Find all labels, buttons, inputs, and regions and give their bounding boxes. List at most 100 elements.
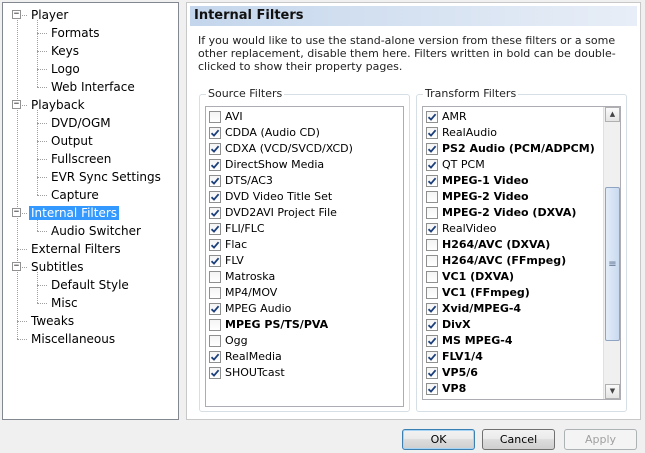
filter-label: Ogg [225,334,248,347]
tree-item-label: Audio Switcher [51,224,141,238]
cancel-button[interactable]: Cancel [482,429,555,450]
tree-connector [17,321,27,322]
filter-label: FLI/FLC [225,222,265,235]
checkbox-checked[interactable] [209,175,221,187]
tree-item-label: DVD/OGM [51,116,111,130]
tree-item-keys[interactable]: Keys [49,42,81,60]
checkbox-checked[interactable] [426,111,438,123]
checkbox-unchecked[interactable] [426,287,438,299]
tree-item-formats[interactable]: Formats [49,24,102,42]
tree-connector [37,33,47,34]
tree-item-label: Web Interface [51,80,135,94]
ok-button[interactable]: OK [402,429,475,450]
checkbox-unchecked[interactable] [426,239,438,251]
filter-label: MPEG-1 Video [442,174,529,187]
transform-list-scrollbar[interactable]: ▲ ≡ ▼ [603,107,620,399]
checkbox-checked[interactable] [426,367,438,379]
checkbox-checked[interactable] [426,159,438,171]
check-icon [210,161,220,169]
filter-label: MPEG Audio [225,302,292,315]
tree-item-capture[interactable]: Capture [49,186,101,204]
checkbox-checked[interactable] [426,143,438,155]
source-filters-list[interactable]: AVI CDDA (Audio CD) CDXA (VCD/SVCD/XCD) Dir… [205,106,404,407]
checkbox-checked[interactable] [426,351,438,363]
filter-label: MPEG-2 Video [442,190,529,203]
checkbox-unchecked[interactable] [209,319,221,331]
scroll-down-arrow-icon[interactable]: ▼ [605,384,620,399]
checkbox-checked[interactable] [426,319,438,331]
filter-label: AMR [442,110,467,123]
checkbox-checked[interactable] [209,223,221,235]
collapse-icon[interactable]: − [12,262,21,271]
internal-filters-page: Internal Filters If you would like to us… [186,2,641,420]
tree-connector [37,303,47,304]
tree-item-web-interface[interactable]: Web Interface [49,78,137,96]
filter-label: H264/AVC (FFmpeg) [442,254,567,267]
check-icon [427,369,437,377]
check-icon [427,177,437,185]
apply-button[interactable]: Apply [564,429,637,450]
options-tree[interactable]: Player − Formats Keys Logo Web Interface Playb… [2,2,179,420]
tree-branch-line [37,20,38,87]
tree-item-playback[interactable]: Playback [29,96,87,114]
checkbox-checked[interactable] [426,303,438,315]
filter-label: VP5/6 [442,366,478,379]
transform-filters-list[interactable]: AMR RealAudio PS2 Audio (PCM/ADPCM) QT PCM M… [422,106,621,400]
checkbox-checked[interactable] [209,239,221,251]
scrollbar-thumb[interactable]: ≡ [605,187,620,341]
checkbox-unchecked[interactable] [209,287,221,299]
tree-item-misc[interactable]: Misc [49,294,80,312]
collapse-icon[interactable]: − [12,10,21,19]
check-icon [427,337,437,345]
checkbox-unchecked[interactable] [426,271,438,283]
tree-connector [37,123,47,124]
checkbox-unchecked[interactable] [426,191,438,203]
check-icon [427,225,437,233]
tree-item-output[interactable]: Output [49,132,95,150]
checkbox-checked[interactable] [209,159,221,171]
tree-item-evr-sync-settings[interactable]: EVR Sync Settings [49,168,163,186]
checkbox-checked[interactable] [209,255,221,267]
tree-connector [37,141,47,142]
checkbox-checked[interactable] [426,383,438,395]
check-icon [427,113,437,121]
tree-item-external-filters[interactable]: External Filters [29,240,123,258]
checkbox-unchecked[interactable] [209,111,221,123]
check-icon [210,257,220,265]
checkbox-checked[interactable] [209,191,221,203]
checkbox-unchecked[interactable] [426,207,438,219]
tree-item-label: Subtitles [31,260,84,274]
scroll-up-arrow-icon[interactable]: ▲ [605,107,620,122]
tree-item-tweaks[interactable]: Tweaks [29,312,76,330]
page-description: If you would like to use the stand-alone… [198,34,616,73]
tree-item-fullscreen[interactable]: Fullscreen [49,150,113,168]
filter-label: SHOUTcast [225,366,285,379]
tree-item-miscellaneous[interactable]: Miscellaneous [29,330,117,348]
tree-item-player[interactable]: Player [29,6,70,24]
checkbox-checked[interactable] [209,143,221,155]
tree-item-audio-switcher[interactable]: Audio Switcher [49,222,143,240]
tree-item-subtitles[interactable]: Subtitles [29,258,86,276]
tree-item-dvd-ogm[interactable]: DVD/OGM [49,114,113,132]
checkbox-checked[interactable] [209,207,221,219]
checkbox-checked[interactable] [426,335,438,347]
check-icon [427,305,437,313]
checkbox-checked[interactable] [209,367,221,379]
checkbox-checked[interactable] [426,223,438,235]
tree-item-logo[interactable]: Logo [49,60,82,78]
collapse-icon[interactable]: − [12,100,21,109]
tree-item-label: Miscellaneous [31,332,116,346]
collapse-icon[interactable]: − [12,208,21,217]
checkbox-checked[interactable] [209,303,221,315]
tree-item-internal-filters[interactable]: Internal Filters [29,204,120,222]
checkbox-checked[interactable] [209,127,221,139]
tree-item-default-style[interactable]: Default Style [49,276,131,294]
checkbox-unchecked[interactable] [209,271,221,283]
checkbox-checked[interactable] [426,127,438,139]
transform-filters-label: Transform Filters [423,87,519,101]
tree-item-label: Default Style [51,278,129,292]
checkbox-checked[interactable] [209,351,221,363]
checkbox-unchecked[interactable] [426,255,438,267]
checkbox-unchecked[interactable] [209,335,221,347]
checkbox-checked[interactable] [426,175,438,187]
